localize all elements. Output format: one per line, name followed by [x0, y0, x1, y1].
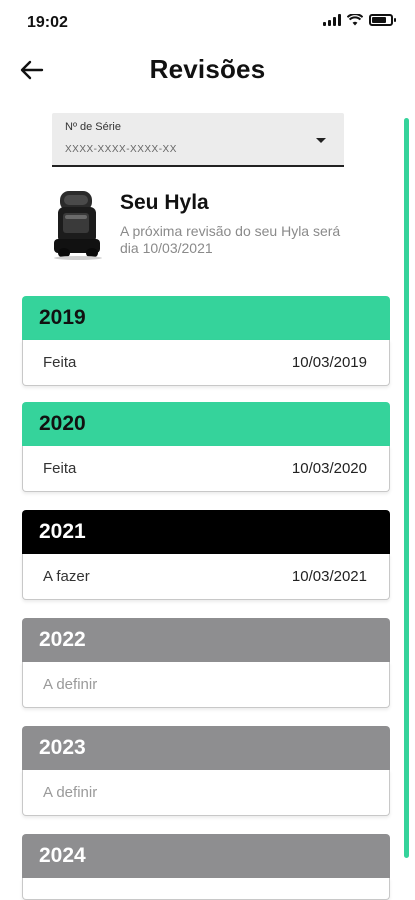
revision-year: 2024 [22, 834, 390, 878]
status-bar: 19:02 [0, 0, 415, 44]
revision-date: 10/03/2021 [291, 568, 367, 585]
revision-date: 10/03/2019 [291, 354, 367, 371]
serial-number-select[interactable]: Nº de Série XXXX-XXXX-XXXX-XX [52, 113, 344, 167]
revision-date: 10/03/2020 [291, 460, 367, 477]
revision-status: A definir [43, 676, 98, 693]
revision-year: 2023 [22, 726, 390, 770]
caret-down-icon [316, 138, 326, 143]
status-icons [323, 14, 396, 26]
product-description: A próxima revisão do seu Hyla será dia 1… [120, 223, 341, 256]
revision-card-2024[interactable]: 2024 [22, 834, 390, 900]
revision-status: A fazer [43, 568, 90, 585]
revision-body: A definir [22, 662, 390, 708]
revision-status: Feita [43, 460, 77, 477]
revision-card-2019[interactable]: 2019 Feita 10/03/2019 [22, 296, 390, 386]
scroll-indicator[interactable] [404, 118, 409, 858]
revision-body: Feita 10/03/2020 [22, 446, 390, 492]
product-name: Seu Hyla [120, 191, 209, 214]
revision-card-2023[interactable]: 2023 A definir [22, 726, 390, 816]
wifi-icon [347, 14, 363, 26]
revision-card-2022[interactable]: 2022 A definir [22, 618, 390, 708]
cellular-signal-icon [323, 14, 341, 26]
revision-status: Feita [43, 354, 77, 371]
serial-number-label: Nº de Série [65, 121, 121, 133]
serial-number-value: XXXX-XXXX-XXXX-XX [65, 144, 177, 155]
revision-body: A fazer 10/03/2021 [22, 554, 390, 600]
revision-body: Feita 10/03/2019 [22, 340, 390, 386]
revision-body: A definir [22, 770, 390, 816]
status-time: 19:02 [27, 14, 68, 31]
revision-card-2020[interactable]: 2020 Feita 10/03/2020 [22, 402, 390, 492]
revision-year: 2022 [22, 618, 390, 662]
vacuum-product-image [54, 191, 102, 260]
battery-icon [369, 14, 396, 26]
revision-body [22, 878, 390, 900]
revision-card-2021[interactable]: 2021 A fazer 10/03/2021 [22, 510, 390, 600]
revision-year: 2019 [22, 296, 390, 340]
revision-year: 2020 [22, 402, 390, 446]
page-title: Revisões [149, 54, 266, 84]
revision-year: 2021 [22, 510, 390, 554]
product-summary: Seu Hyla A próxima revisão do seu Hyla s… [50, 185, 370, 265]
revision-status: A definir [43, 784, 98, 801]
